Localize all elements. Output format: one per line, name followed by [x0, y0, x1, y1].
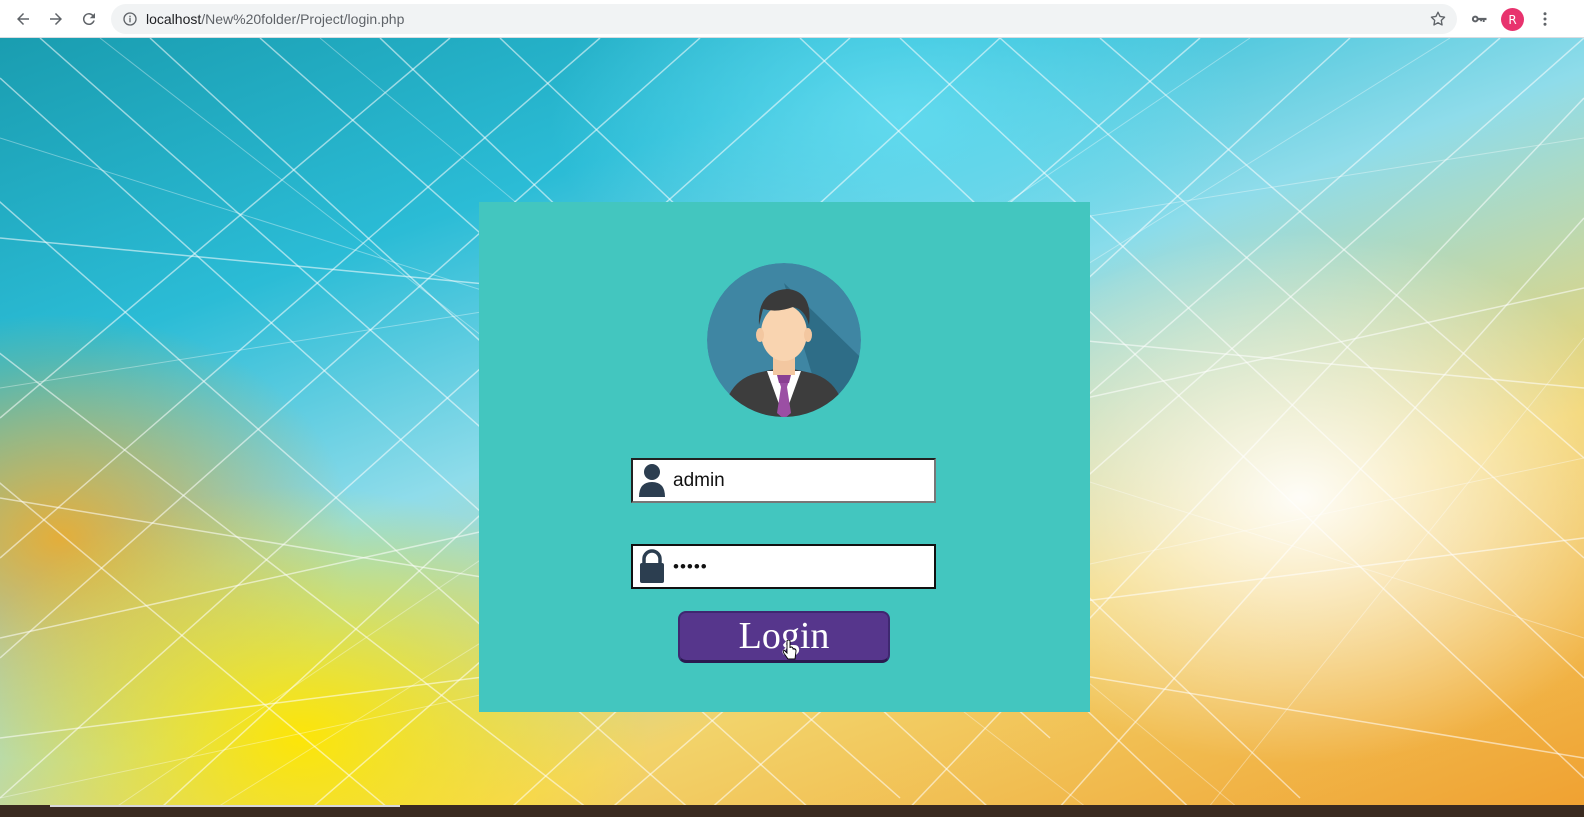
username-input[interactable] [673, 460, 929, 501]
url-path: /New%20folder/Project/login.php [201, 11, 405, 27]
url-host: localhost [146, 11, 202, 27]
lock-icon [640, 549, 664, 583]
taskbar-edge [0, 805, 1584, 817]
username-field[interactable] [631, 458, 936, 503]
star-icon[interactable] [1429, 10, 1447, 28]
password-input[interactable] [673, 546, 929, 587]
info-icon[interactable] [122, 11, 138, 27]
reload-button[interactable] [77, 7, 101, 31]
password-field[interactable] [631, 544, 936, 589]
profile-avatar[interactable]: R [1501, 8, 1524, 31]
arrow-left-icon [17, 13, 29, 25]
browser-toolbar: localhost/New%20folder/Project/login.php… [0, 0, 1584, 38]
reload-icon [82, 13, 95, 26]
mouse-cursor-icon [783, 640, 797, 660]
user-avatar-businessman-icon [707, 263, 861, 417]
three-dot-menu-icon[interactable] [1536, 10, 1554, 28]
forward-button[interactable] [44, 7, 68, 31]
user-icon [639, 464, 665, 497]
login-card: Login [479, 202, 1090, 712]
scrollbar-segment [50, 805, 400, 807]
key-icon[interactable] [1470, 10, 1488, 28]
back-button[interactable] [11, 7, 35, 31]
arrow-right-icon [50, 13, 62, 25]
address-bar[interactable]: localhost/New%20folder/Project/login.php [111, 4, 1457, 34]
url-text[interactable]: localhost/New%20folder/Project/login.php [146, 11, 404, 27]
